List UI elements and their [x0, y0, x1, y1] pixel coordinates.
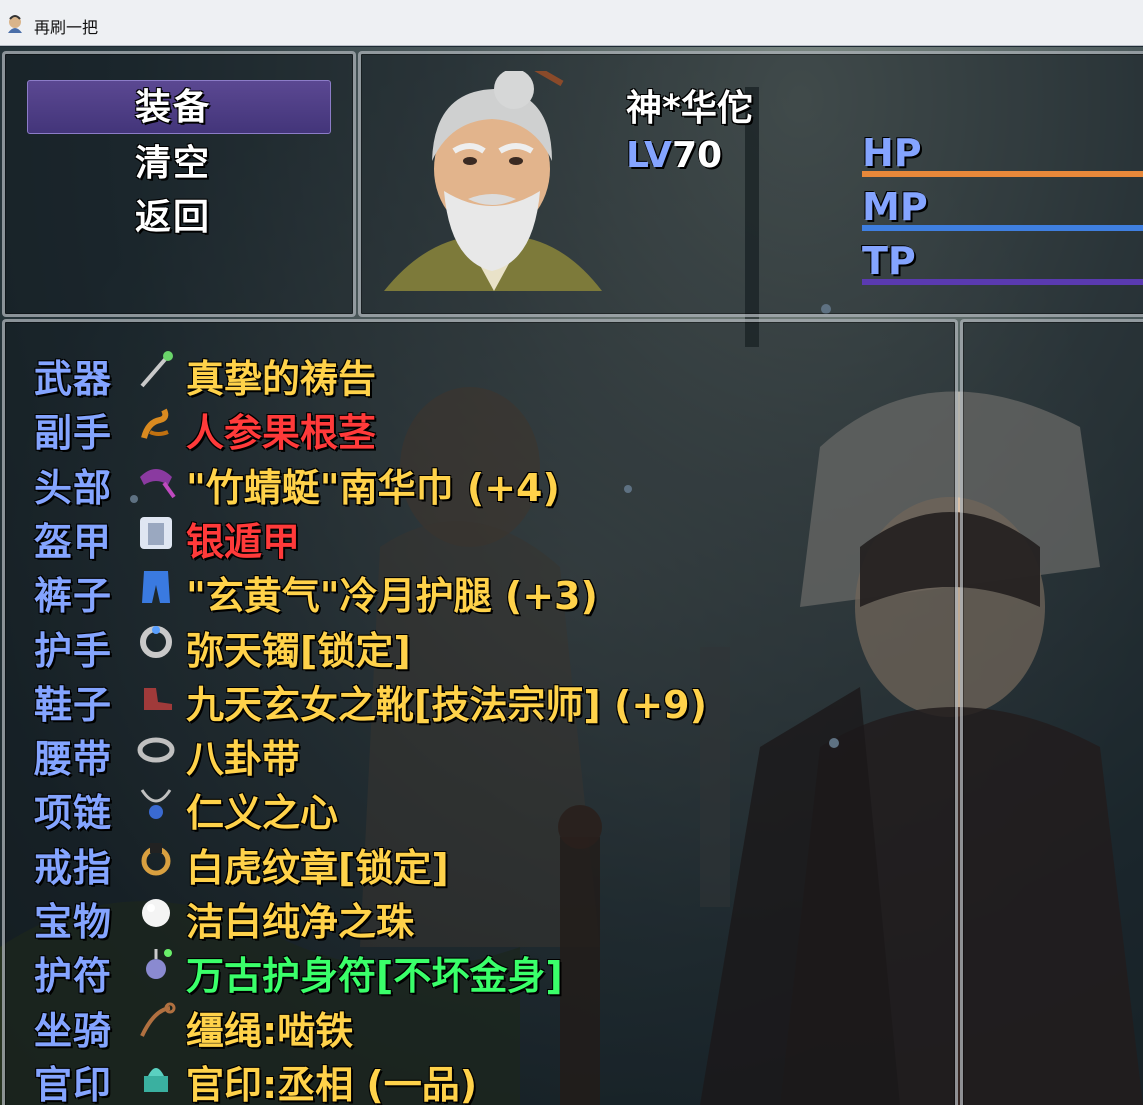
- level-label: LV: [626, 135, 672, 176]
- equipped-item-name[interactable]: 白虎纹章[锁定]: [186, 837, 449, 892]
- equipped-item-name[interactable]: 银遁甲: [186, 511, 300, 566]
- slot-name: 鞋子: [34, 682, 113, 727]
- root-icon: [141, 408, 169, 440]
- game-app-icon: [8, 15, 22, 33]
- slot-name: 宝物: [34, 900, 113, 944]
- equipment-slot-row[interactable]: 武器 真挚的祷告: [30, 344, 930, 401]
- tp-gauge: [862, 279, 1143, 285]
- slot-name: 头部: [34, 465, 113, 510]
- hp-label: HP: [862, 131, 922, 175]
- actor-portrait: [384, 71, 602, 291]
- equipped-item-name[interactable]: "玄黄气"冷月护腿 (+3): [186, 565, 598, 620]
- equipped-item-name[interactable]: "竹蜻蜓"南华巾 (+4): [186, 457, 560, 512]
- command-equip[interactable]: 装备: [135, 78, 211, 130]
- amulet-icon: [146, 949, 172, 980]
- tp-label: TP: [862, 239, 916, 283]
- command-clear[interactable]: 清空: [135, 134, 211, 186]
- equipment-slot-row[interactable]: 头部 "竹蜻蜓"南华巾 (+4): [30, 453, 930, 510]
- level-value: 70: [672, 135, 723, 176]
- equipped-item-name[interactable]: 洁白纯净之珠: [186, 891, 414, 946]
- equipped-item-name[interactable]: 真挚的祷告: [186, 348, 376, 403]
- armor-icon: [140, 516, 172, 549]
- slot-name: 盔甲: [34, 519, 113, 564]
- equipment-slot-row[interactable]: 鞋子 九天玄女之靴[技法宗师] (+9): [30, 670, 930, 727]
- equipment-slot-row[interactable]: 副手 人参果根茎: [30, 398, 930, 455]
- slot-name: 副手: [34, 411, 113, 456]
- slot-name: 护手: [34, 628, 113, 673]
- slot-name: 戒指: [34, 845, 113, 890]
- game-scene: 装备 清空 返回 神*华佗 LV 70 HP MP TP 武器 真挚的祷告副手 人参…: [0, 47, 1143, 1105]
- window-title: 再刷一把: [34, 18, 99, 37]
- equipped-item-name[interactable]: 万古护身符[不坏金身]: [186, 945, 563, 1000]
- equipment-slot-row[interactable]: 护符 万古护身符[不坏金身]: [30, 941, 930, 998]
- equipped-item-name[interactable]: 官印:丞相 (一品): [186, 1054, 477, 1105]
- actor-name: 神*华佗: [626, 88, 753, 129]
- mp-label: MP: [862, 185, 928, 229]
- slot-name: 坐骑: [34, 1008, 113, 1053]
- slot-name: 武器: [34, 357, 113, 401]
- slot-name: 官印: [34, 1062, 113, 1105]
- window-title-bar: 再刷一把: [0, 0, 1143, 46]
- headscarf-icon: [140, 468, 176, 498]
- equipment-slot-row[interactable]: 腰带 八卦带: [30, 724, 930, 781]
- slot-name: 腰带: [34, 737, 113, 782]
- pearl-icon: [142, 899, 170, 927]
- equipment-slot-row[interactable]: 盔甲 银遁甲: [30, 507, 930, 564]
- bracelet-icon: [140, 625, 172, 658]
- slot-name: 裤子: [34, 574, 113, 619]
- equipment-slot-row[interactable]: 戒指 白虎纹章[锁定]: [30, 833, 930, 890]
- equipped-item-name[interactable]: 缰绳:啮铁: [186, 1000, 353, 1055]
- necklace-icon: [140, 789, 172, 820]
- pants-icon: [142, 571, 170, 604]
- staff-icon: [140, 351, 173, 388]
- item-info-window: [960, 319, 1143, 1105]
- equipment-slot-row[interactable]: 官印 官印:丞相 (一品): [30, 1050, 930, 1105]
- equipped-item-name[interactable]: 八卦带: [186, 728, 300, 783]
- slot-name: 项链: [34, 791, 113, 836]
- equipped-item-name[interactable]: 九天玄女之靴[技法宗师] (+9): [186, 674, 707, 729]
- equipped-item-name[interactable]: 仁义之心: [186, 782, 338, 837]
- seal-icon: [144, 1067, 168, 1092]
- equipment-slot-row[interactable]: 项链 仁义之心: [30, 778, 930, 835]
- belt-icon: [137, 737, 175, 763]
- command-return[interactable]: 返回: [135, 188, 211, 240]
- equipped-item-name[interactable]: 人参果根茎: [186, 402, 376, 457]
- equipment-slot-row[interactable]: 裤子 "玄黄气"冷月护腿 (+3): [30, 561, 930, 618]
- equipped-item-name[interactable]: 弥天镯[锁定]: [186, 620, 411, 675]
- hp-gauge: [862, 171, 1143, 177]
- slot-name: 护符: [34, 954, 113, 999]
- ring-icon: [141, 842, 171, 876]
- boots-icon: [144, 687, 172, 710]
- mp-gauge: [862, 225, 1143, 231]
- rein-icon: [140, 1002, 176, 1037]
- command-window: 装备 清空 返回: [2, 51, 356, 317]
- equipment-slot-row[interactable]: 宝物 洁白纯净之珠: [30, 887, 930, 944]
- equipment-slot-row[interactable]: 护手 弥天镯[锁定]: [30, 616, 930, 673]
- equipment-slot-row[interactable]: 坐骑 缰绳:啮铁: [30, 996, 930, 1053]
